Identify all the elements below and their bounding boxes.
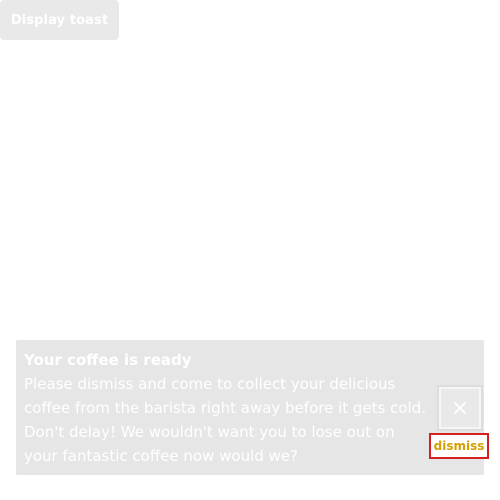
- toast-close-button[interactable]: [436, 384, 484, 432]
- toast-notification: Your coffee is ready Please dismiss and …: [16, 340, 484, 475]
- dismiss-label: dismiss: [429, 433, 489, 459]
- toast-title: Your coffee is ready: [24, 351, 192, 369]
- display-toast-button[interactable]: Display toast: [0, 0, 119, 40]
- close-icon: [454, 402, 466, 414]
- toast-message: Please dismiss and come to collect your …: [24, 375, 427, 465]
- close-button-frame[interactable]: [439, 387, 481, 429]
